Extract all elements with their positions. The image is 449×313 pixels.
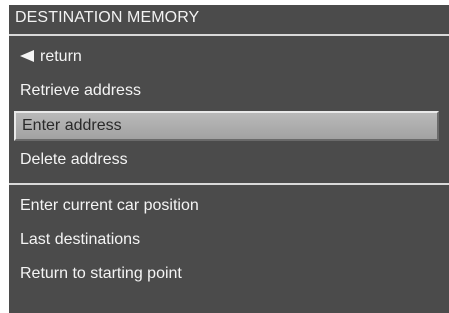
menu-title: DESTINATION MEMORY [15, 9, 200, 26]
destination-memory-screen: DESTINATION MEMORY return Retrieve addre… [9, 5, 449, 313]
menu-item-enter-address[interactable]: Enter address [14, 111, 439, 141]
menu-item-return[interactable]: return [9, 42, 449, 72]
menu-item-last-destinations[interactable]: Last destinations [9, 225, 449, 255]
menu-item-label: Retrieve address [20, 82, 141, 99]
menu-item-return-to-starting-point[interactable]: Return to starting point [9, 259, 449, 289]
section-divider [9, 183, 449, 185]
menu-item-retrieve-address[interactable]: Retrieve address [9, 76, 449, 106]
menu-item-delete-address[interactable]: Delete address [9, 145, 449, 175]
arrow-left-icon [20, 50, 34, 62]
menu-item-label: Last destinations [20, 231, 141, 248]
menu-item-label: Return to starting point [20, 265, 182, 282]
menu-item-enter-current-car-position[interactable]: Enter current car position [9, 191, 449, 221]
menu-item-label: return [40, 48, 82, 65]
title-divider [9, 34, 449, 36]
menu-item-label: Enter current car position [20, 197, 199, 214]
menu-item-label: Delete address [20, 151, 128, 168]
menu-item-label: Enter address [22, 117, 122, 134]
